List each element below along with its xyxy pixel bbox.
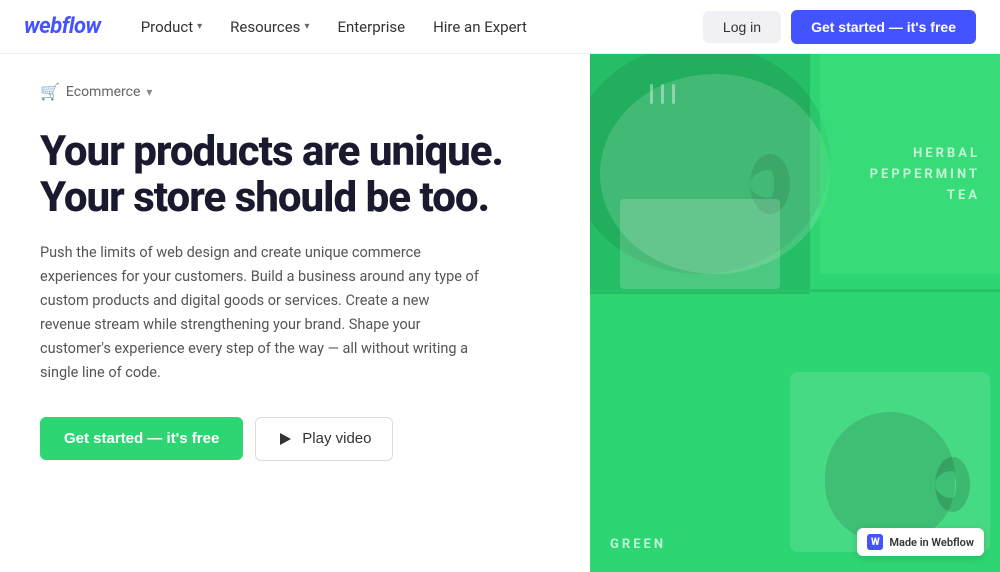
steam [650,84,675,104]
navbar: webflow Product ▾ Resources ▾ Enterprise… [0,0,1000,54]
tea-label-text: HERBAL PEPPERMINT TEA [870,144,980,206]
breadcrumb-label: Ecommerce [66,84,140,100]
steam-line [672,84,675,104]
chevron-down-icon: ▾ [197,21,202,32]
nav-hire-expert[interactable]: Hire an Expert [421,12,539,42]
get-started-button[interactable]: Get started — it's free [40,417,243,460]
tea-visual: HERBAL PEPPERMINT TEA GREEN W Made in We… [590,54,1000,572]
divider [590,289,1000,292]
get-started-nav-button[interactable]: Get started — it's free [791,10,976,44]
light-box [620,199,780,289]
logo[interactable]: webflow [24,14,101,39]
chevron-down-icon: ▾ [304,21,309,32]
login-button[interactable]: Log in [703,11,781,43]
play-icon [276,430,294,448]
nav-actions: Log in Get started — it's free [703,10,976,44]
nav-enterprise[interactable]: Enterprise [325,12,417,42]
right-panel: HERBAL PEPPERMINT TEA GREEN W Made in We… [590,54,1000,572]
made-in-webflow-badge[interactable]: W Made in Webflow [857,528,984,556]
breadcrumb[interactable]: 🛒 Ecommerce ▾ [40,82,550,101]
content-wrapper: 🛒 Ecommerce ▾ Your products are unique. … [0,54,1000,572]
nav-resources[interactable]: Resources ▾ [218,12,321,42]
cta-row: Get started — it's free Play video [40,417,550,461]
nav-links: Product ▾ Resources ▾ Enterprise Hire an… [129,12,703,42]
webflow-w-icon: W [867,534,883,550]
hero-body: Push the limits of web design and create… [40,241,480,385]
bottom-tea-label: GREEN [610,537,666,552]
nav-product[interactable]: Product ▾ [129,12,214,42]
cart-icon: 🛒 [40,82,60,101]
left-panel: 🛒 Ecommerce ▾ Your products are unique. … [0,54,590,572]
steam-line [661,84,664,104]
play-video-button[interactable]: Play video [255,417,392,461]
breadcrumb-arrow-icon: ▾ [146,85,152,99]
mug-bottom [790,372,990,552]
steam-line [650,84,653,104]
mug-handle-bottom [935,457,970,512]
hero-headline: Your products are unique. Your store sho… [40,129,550,221]
badge-text: Made in Webflow [889,536,974,549]
